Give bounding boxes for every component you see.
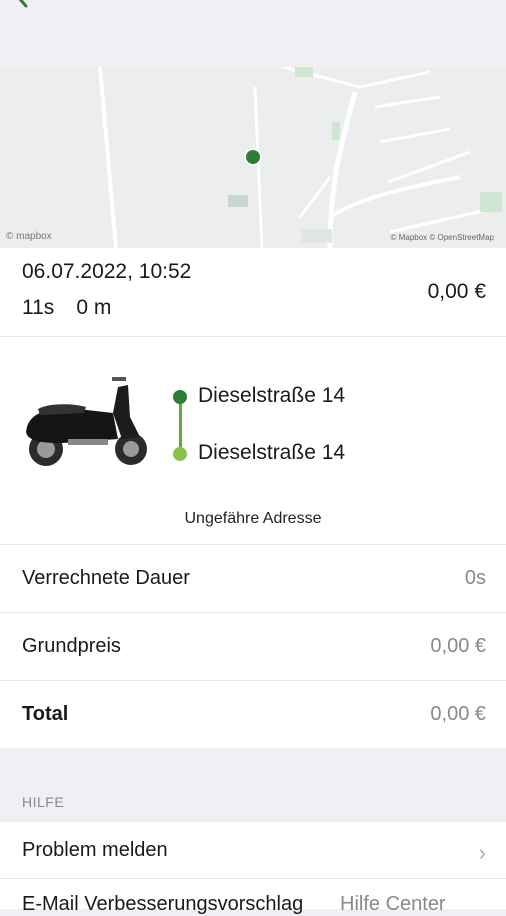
chevron-right-icon: › [478,840,486,865]
trip-duration: 11s [22,296,55,319]
navigation-bar [0,0,506,68]
cost-label: Total [22,703,69,725]
end-address: Dieselstraße 14 [198,441,346,464]
end-marker [173,447,187,461]
cost-row-base-price: Grundpreis 0,00 € [0,613,506,681]
cost-label: Grundpreis [22,635,121,657]
report-problem-row[interactable]: Problem melden › [0,822,506,879]
help-item-value: Hilfe Center [340,893,446,915]
trip-distance: 0 m [76,296,112,319]
map-attribution[interactable]: © Mapbox © OpenStreetMap [391,233,494,242]
map-pin-icon [246,150,260,164]
cost-row-total: Total 0,00 € [0,681,506,748]
cost-value: 0,00 € [430,635,486,657]
back-chevron-icon[interactable] [10,0,32,8]
cost-row-duration: Verrechnete Dauer 0s [0,545,506,613]
trip-price: 0,00 € [427,280,486,303]
help-item-label: Problem melden [22,839,168,861]
help-item-label: E-Mail Verbesserungsvorschlag [22,893,304,915]
cost-value: 0,00 € [430,703,486,725]
cost-label: Verrechnete Dauer [22,567,190,589]
trip-date: 06.07.2022, 10:52 [22,260,192,283]
start-address: Dieselstraße 14 [198,384,346,407]
mapbox-logo: © mapbox [6,231,52,242]
start-marker [173,390,187,404]
help-section-header: HILFE [22,794,65,810]
trip-summary: 06.07.2022, 10:52 11s 0 m 0,00 € [0,248,506,337]
address-note: Ungefähre Adresse [184,510,322,527]
trip-route: Dieselstraße 14 Dieselstraße 14 Ungefähr… [0,337,506,545]
suggestion-row[interactable]: E-Mail Verbesserungsvorschlag Hilfe Cent… [0,879,506,915]
trip-stats: 11s 0 m [22,296,111,320]
cost-value: 0s [464,567,486,589]
scooter-image [26,377,147,466]
map-streets [98,67,502,248]
trip-map[interactable]: © mapbox © Mapbox © OpenStreetMap [0,67,506,248]
